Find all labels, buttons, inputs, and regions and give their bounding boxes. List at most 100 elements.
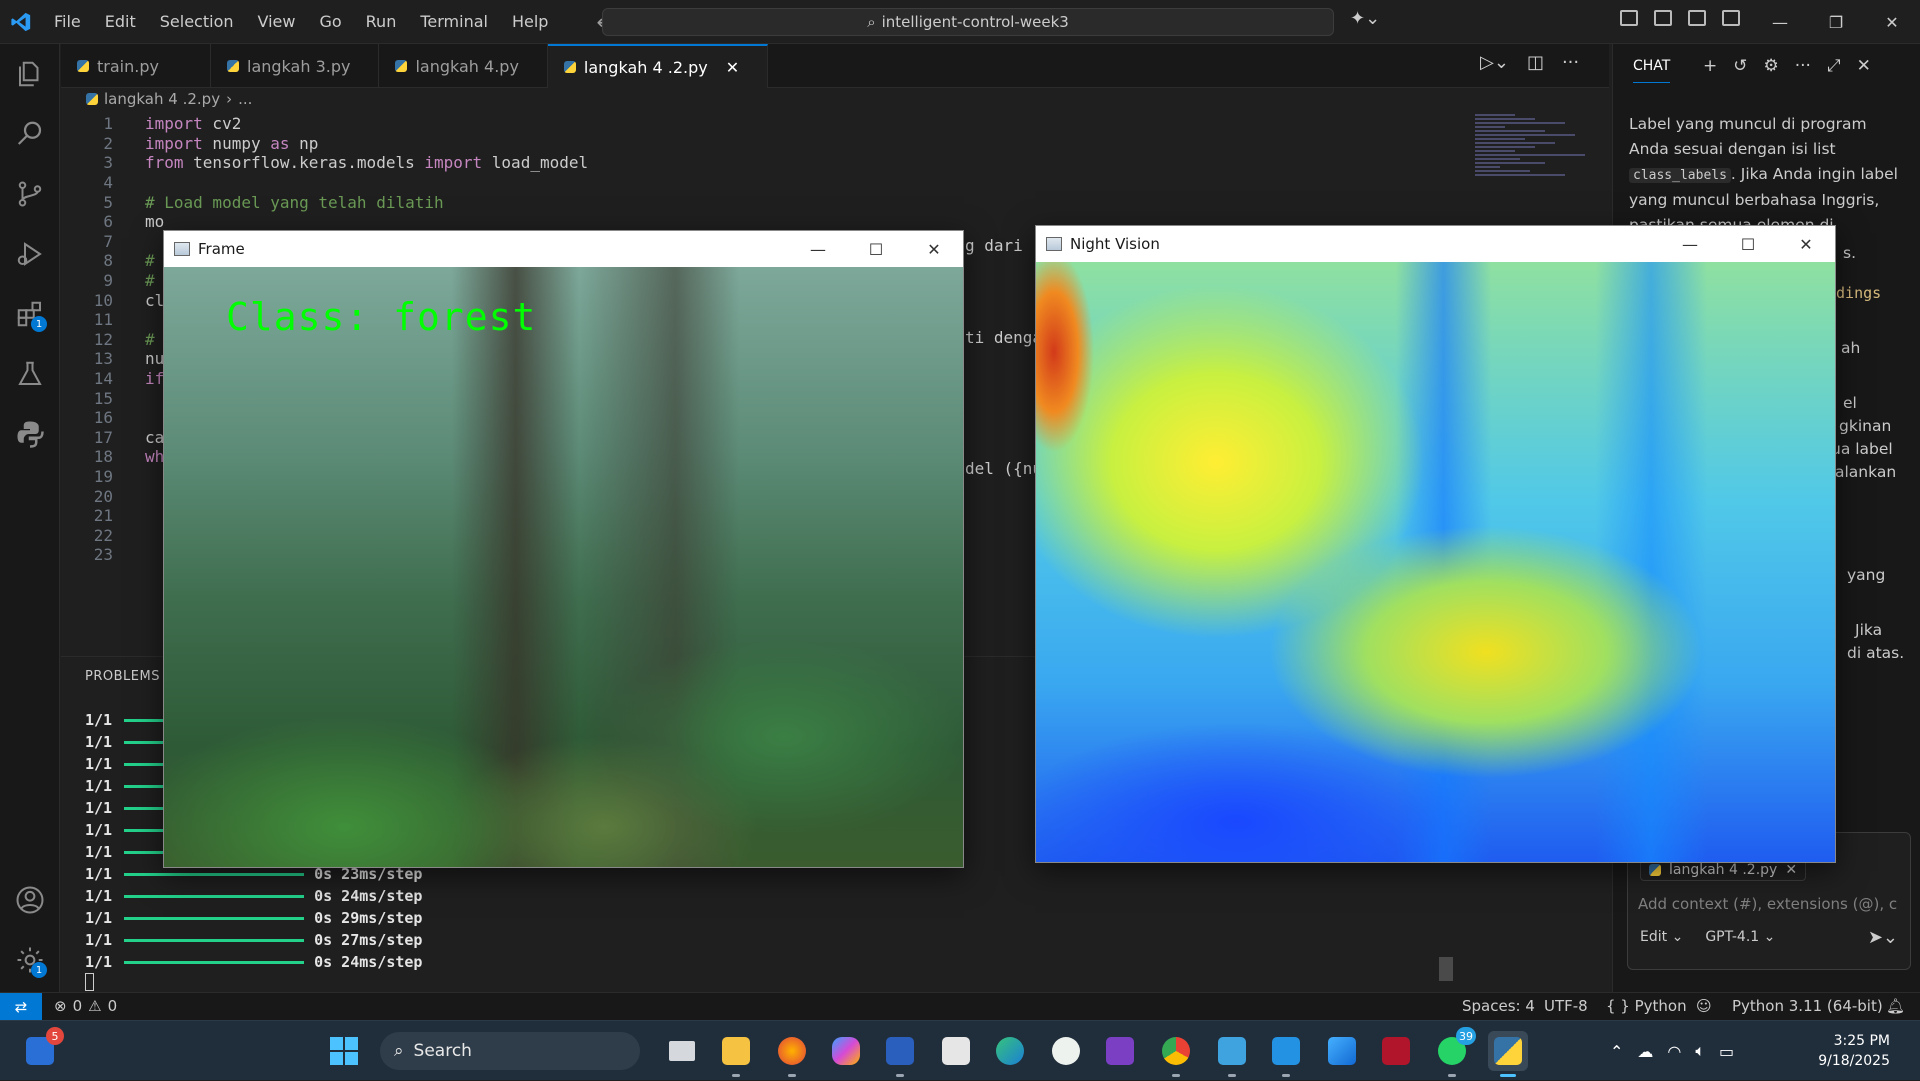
toggle-secondary-sidebar-icon[interactable] [1722,10,1740,26]
chat-input-placeholder[interactable]: Add context (#), extensions (@), cor [1638,895,1898,913]
command-center[interactable]: ⌕ intelligent-control-week3 [602,8,1334,36]
menu-go[interactable]: Go [307,0,353,44]
store-icon[interactable] [936,1031,976,1071]
panel-scrollbar[interactable] [1439,957,1453,981]
progress-bar [124,938,305,942]
taskbar-search[interactable]: ⌕ Search [380,1032,640,1070]
history-icon[interactable]: ↺ [1733,56,1747,76]
settings-gear-icon[interactable]: 1 [0,932,60,988]
photos-icon[interactable] [1322,1031,1362,1071]
menu-help[interactable]: Help [500,0,560,44]
night-vision-window[interactable]: Night Vision — ☐ ✕ [1035,225,1836,863]
notepad-icon[interactable] [1212,1031,1252,1077]
menu-run[interactable]: Run [354,0,409,44]
outlook-app-icon[interactable]: 5 [20,1027,64,1071]
run-debug-icon[interactable] [0,226,60,282]
mendeley-icon[interactable] [1376,1031,1416,1071]
minimize-icon[interactable]: — [789,231,847,267]
tab-langkah-3[interactable]: langkah 3.py [211,44,380,88]
restore-icon[interactable]: ❐ [1808,0,1864,44]
minimize-icon[interactable]: — [1752,0,1808,44]
file-explorer-icon[interactable] [716,1031,756,1077]
onedrive-icon[interactable]: ☁ [1637,1042,1653,1061]
python-icon[interactable] [0,406,60,462]
volume-icon[interactable]: 🔈︎ [1695,1041,1705,1061]
maximize-icon[interactable]: ⤢ [1827,56,1841,76]
python-file-icon [1649,864,1661,876]
encoding-status[interactable]: UTF-8 [1544,997,1588,1015]
mode-dropdown[interactable]: Edit ⌄ [1640,929,1683,945]
problems-status[interactable]: ⊗ 0 ⚠ 0 [54,997,117,1015]
menu-selection[interactable]: Selection [148,0,246,44]
close-chat-icon[interactable]: ✕ [1857,56,1871,76]
search-icon[interactable] [0,106,60,162]
notifications-bell-icon[interactable]: 🔔︎ [1886,997,1905,1015]
tab-problems[interactable]: PROBLEMS [85,669,160,684]
minimap[interactable] [1475,112,1595,222]
interpreter-status[interactable]: Python 3.11 (64-bit) [1732,997,1883,1015]
close-tab-icon[interactable]: ✕ [726,58,739,77]
whatsapp-icon[interactable]: 39 [1432,1027,1476,1077]
minimize-icon[interactable]: — [1661,226,1719,262]
copilot-app-icon[interactable] [826,1031,866,1071]
python-taskbar-icon[interactable] [1488,1031,1528,1077]
close-icon[interactable]: ✕ [1777,226,1835,262]
split-editor-icon[interactable]: ◫ [1527,52,1544,73]
settings-icon[interactable]: ⚙ [1764,56,1779,76]
testing-icon[interactable] [0,346,60,402]
toggle-sidebar-icon[interactable] [1654,10,1672,26]
extensions-icon[interactable]: 1 [0,286,60,342]
close-icon[interactable]: ✕ [905,231,963,267]
close-icon[interactable]: ✕ [1864,0,1920,44]
tab-chat[interactable]: CHAT [1633,58,1671,83]
breadcrumb-file[interactable]: langkah 4 .2.py [104,90,220,108]
tab-langkah-4-2[interactable]: langkah 4 .2.py ✕ [547,44,769,88]
python-file-icon [86,93,98,105]
menu-edit[interactable]: Edit [93,0,148,44]
tab-langkah-4[interactable]: langkah 4.py [379,44,548,88]
copilot-status-icon[interactable]: ☺ [1696,997,1712,1015]
language-status[interactable]: { } Python [1606,997,1687,1015]
task-view-icon[interactable] [662,1031,702,1071]
more-icon[interactable]: ··· [1795,56,1811,76]
menu-view[interactable]: View [246,0,308,44]
activity-bar: 1 1 [0,44,60,992]
command-center-label: intelligent-control-week3 [881,13,1069,31]
menu-terminal[interactable]: Terminal [408,0,500,44]
source-control-icon[interactable] [0,166,60,222]
tab-train[interactable]: train.py [61,44,211,88]
edge-icon[interactable] [990,1031,1030,1071]
new-chat-icon[interactable]: + [1703,56,1717,76]
clock[interactable]: 3:25 PM 9/18/2025 [1790,1031,1890,1071]
model-dropdown[interactable]: GPT-4.1 ⌄ [1705,929,1775,945]
battery-icon[interactable]: ▭ [1719,1042,1734,1061]
word-icon[interactable] [880,1031,920,1077]
remote-icon[interactable]: ⇄ [0,993,42,1021]
explorer-icon[interactable] [0,46,60,102]
toggle-panel-icon[interactable] [1688,10,1706,26]
customize-layout-icon[interactable] [1620,10,1638,26]
firefox-icon[interactable] [772,1031,812,1077]
indentation-status[interactable]: Spaces: 4 [1462,997,1535,1015]
python-file-icon [77,60,89,72]
xbox-icon[interactable] [1046,1031,1086,1071]
error-icon: ⊗ [54,997,67,1015]
more-actions-icon[interactable]: ··· [1562,52,1579,73]
chevron-up-icon[interactable]: ⌃ [1610,1042,1623,1061]
remove-context-icon[interactable]: ✕ [1785,862,1797,878]
maximize-icon[interactable]: ☐ [847,231,905,267]
screen-capture-icon[interactable] [1100,1031,1140,1071]
chrome-icon[interactable] [1156,1031,1196,1077]
run-python-file-icon[interactable]: ▷⌄ [1480,52,1509,73]
maximize-icon[interactable]: ☐ [1719,226,1777,262]
frame-window[interactable]: Frame — ☐ ✕ Class: forest [163,230,964,868]
account-icon[interactable] [0,872,60,928]
send-icon[interactable]: ➤⌄ [1868,927,1898,948]
vscode-taskbar-icon[interactable] [1266,1031,1306,1077]
menu-file[interactable]: File [42,0,93,44]
wifi-icon[interactable]: ◠ [1667,1042,1681,1061]
copilot-icon[interactable]: ✦⌄ [1350,8,1380,29]
outlook-badge: 5 [46,1027,64,1045]
breadcrumb-rest[interactable]: ... [238,90,252,108]
start-icon[interactable] [324,1031,364,1071]
